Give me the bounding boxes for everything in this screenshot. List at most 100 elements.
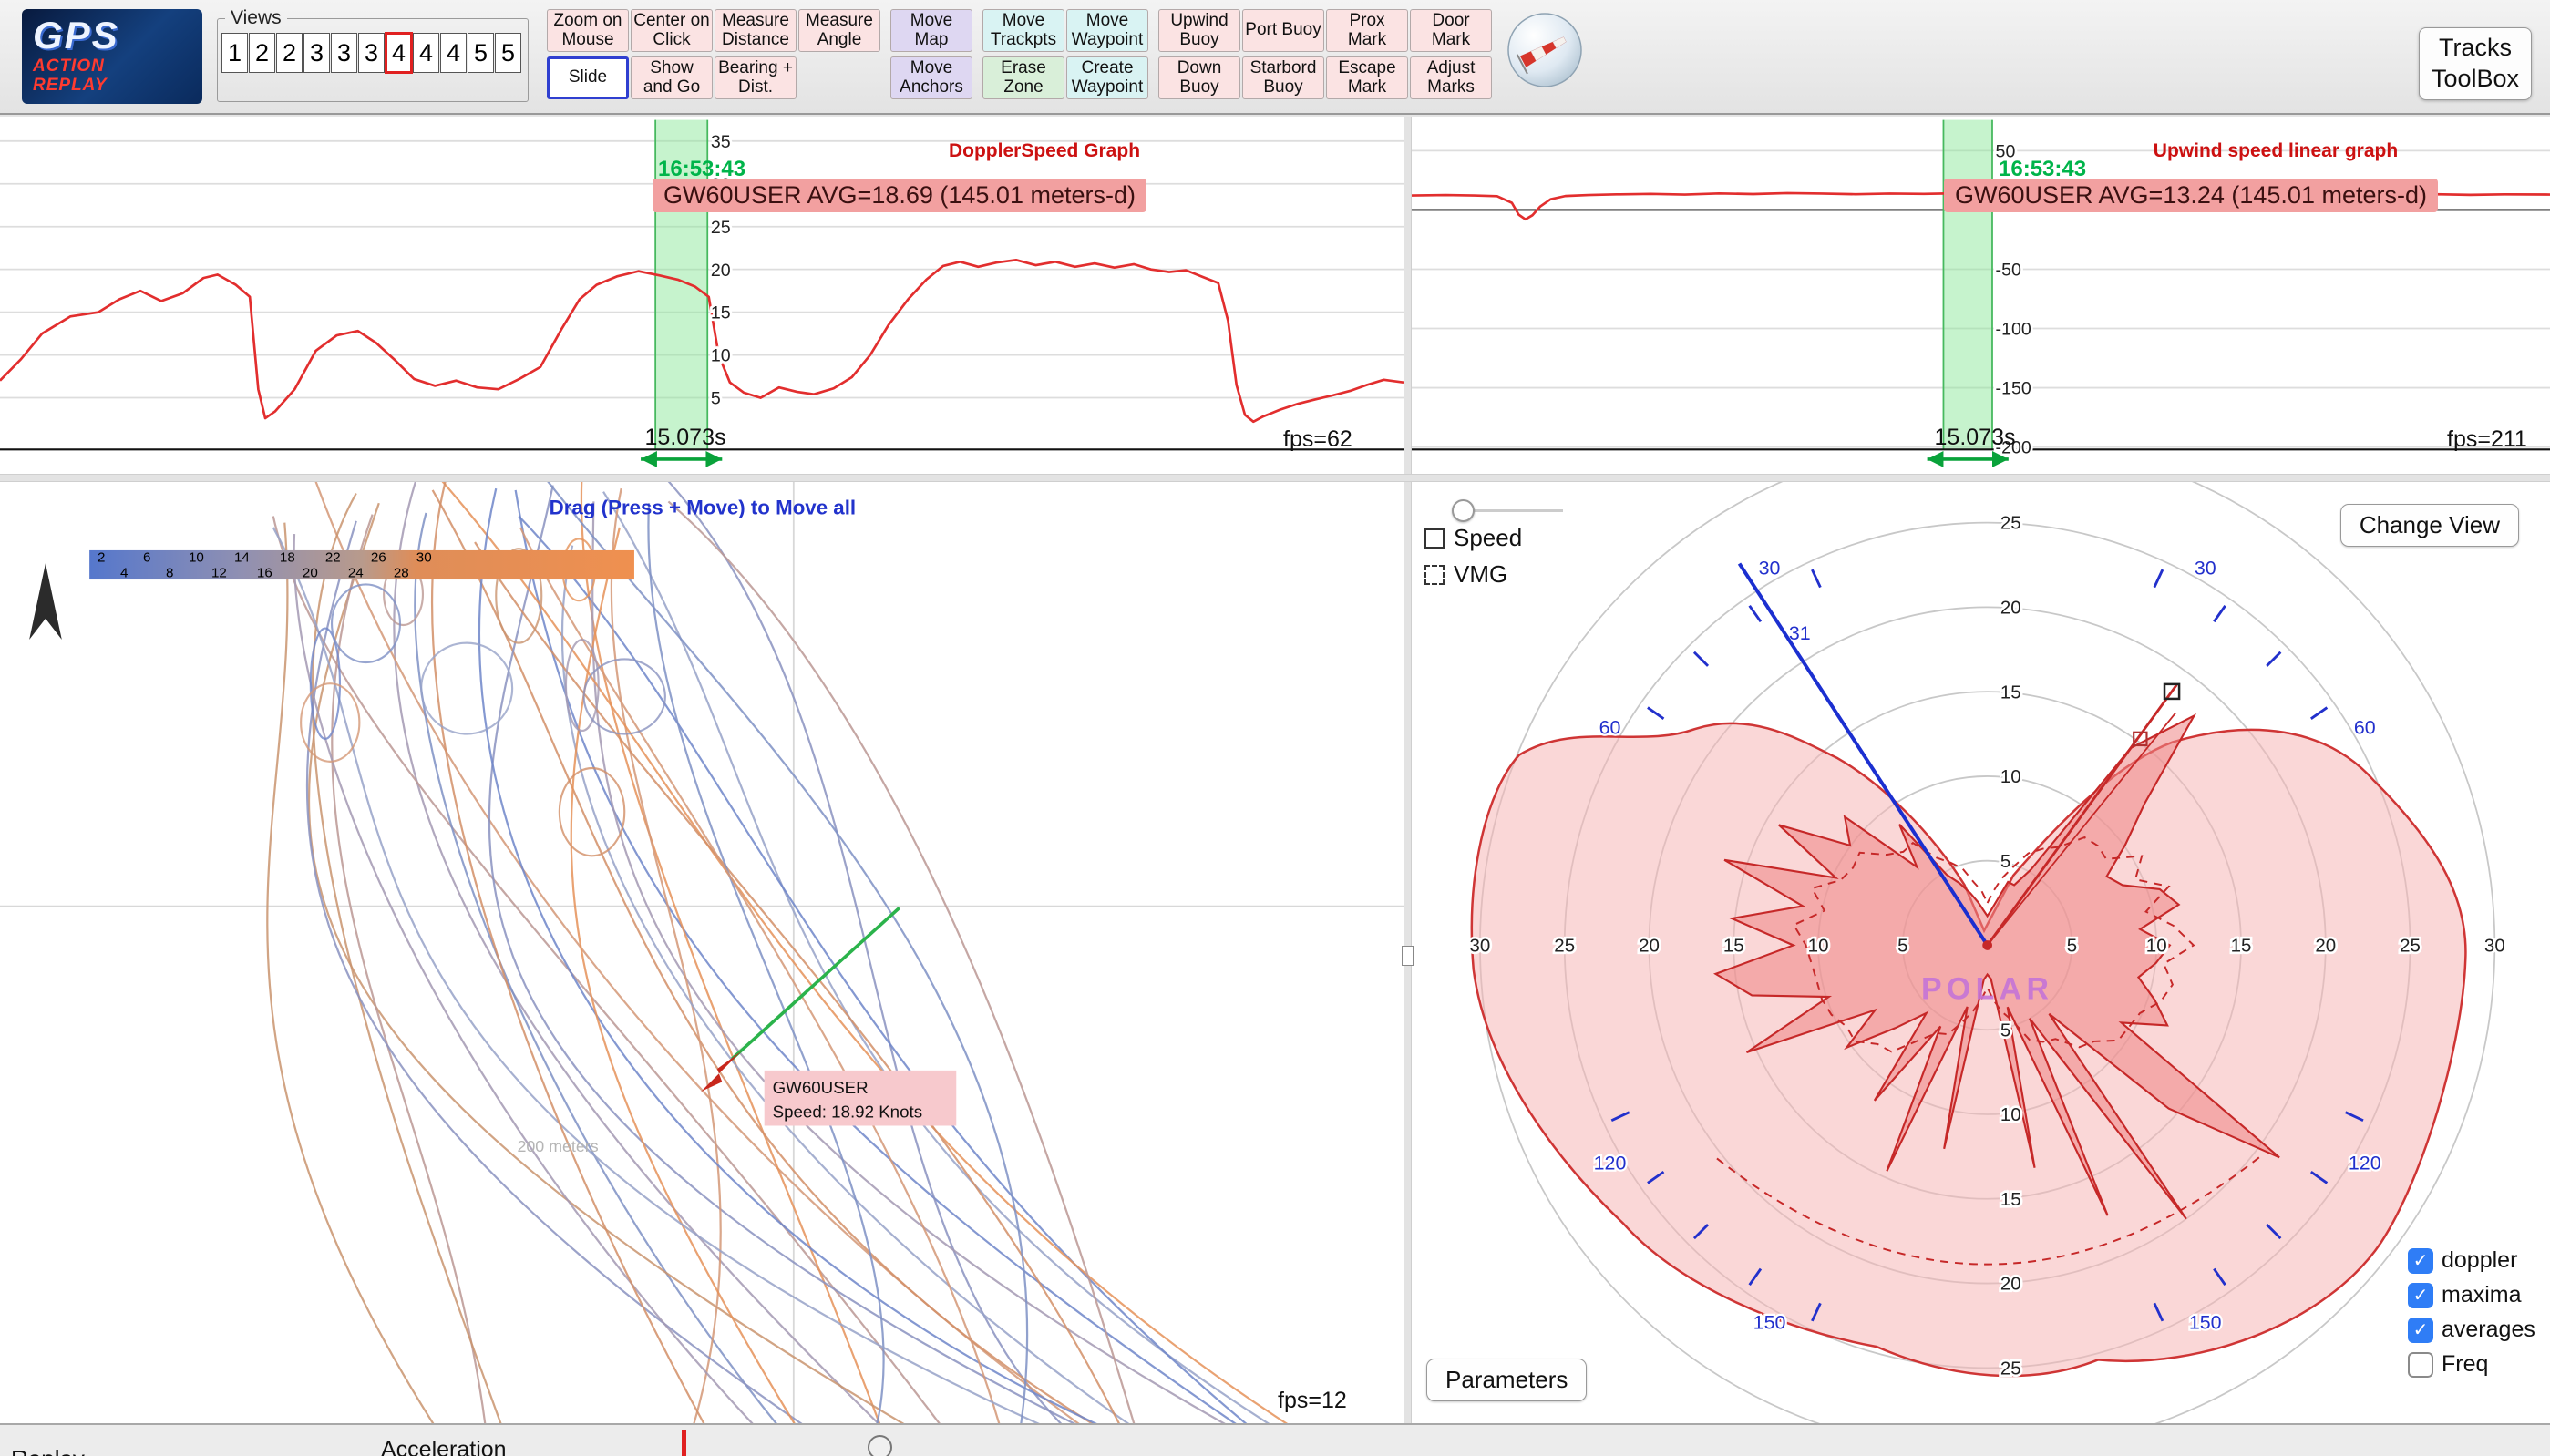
y-tick-label: 35 [711,132,731,152]
horizontal-splitter[interactable] [0,474,2550,482]
doppler-chart-title: DopplerSpeed Graph [949,140,1140,162]
toolbar-button-upwind-buoy[interactable]: Upwind Buoy [1158,9,1240,52]
doppler-fps-label: fps=62 [1283,426,1352,453]
polar-checkbox-doppler[interactable]: ✓doppler [2408,1247,2535,1274]
view-button-6[interactable]: 3 [358,33,385,73]
svg-text:30: 30 [416,549,432,565]
time-cursor-band[interactable] [1943,120,1992,450]
timeline-cursor-tick[interactable] [682,1430,686,1456]
toolbar-button-starbord-buoy[interactable]: Starbord Buoy [1242,56,1324,99]
map-canvas[interactable]: Drag (Press + Move) to Move all 26101418… [0,482,1404,1423]
parameters-button[interactable]: Parameters [1426,1359,1587,1401]
toolbar-button-create-waypoint[interactable]: Create Waypoint [1066,56,1148,99]
toolbar-button-slide[interactable]: Slide [547,56,629,99]
map-scale-text: 200 meters [517,1137,598,1155]
toolbar-row-2: SlideShow and GoBearing + Dist. Move Anch… [547,56,1494,99]
view-button-7[interactable]: 4 [386,33,412,73]
view-button-5[interactable]: 3 [331,33,357,73]
windsock-icon[interactable] [1506,11,1584,89]
legend-label: Speed [1454,524,1522,552]
toolbar-button-move-trackpts[interactable]: Move Trackpts [982,9,1064,52]
view-button-4[interactable]: 3 [303,33,330,73]
polar-slider-track[interactable] [1465,509,1563,512]
toolbar-button-zoom-on-mouse[interactable]: Zoom on Mouse [547,9,629,52]
polar-tick-label: 25 [2000,1358,2021,1379]
polar-legend-speed[interactable]: Speed [1424,524,1522,552]
toolbar-button-down-buoy[interactable]: Down Buoy [1158,56,1240,99]
checkbox-checked-icon[interactable]: ✓ [2408,1318,2433,1343]
toolbar-button-move-waypoint[interactable]: Move Waypoint [1066,9,1148,52]
toolbar-button-bearing-dist[interactable]: Bearing + Dist. [715,56,797,99]
polar-angle-label: 150 [2189,1312,2222,1334]
polar-tick-label: 20 [2000,1274,2021,1295]
toolbar-button-move-anchors[interactable]: Move Anchors [890,56,972,99]
toolbar-button-measure-angle[interactable]: Measure Angle [798,9,880,52]
boat-speed-label: Speed: 18.92 Knots [773,1102,922,1122]
view-button-8[interactable]: 4 [413,33,439,73]
toolbar-button-escape-mark[interactable]: Escape Mark [1326,56,1408,99]
view-button-9[interactable]: 4 [440,33,467,73]
upwind-chart-canvas[interactable]: 50-50-100-150-200 [1412,117,2550,474]
north-arrow-icon [29,563,62,640]
toolbar-button-show-and-go[interactable]: Show and Go [631,56,713,99]
polar-checkbox-maxima[interactable]: ✓maxima [2408,1282,2535,1308]
toolbar-button-erase-zone[interactable]: Erase Zone [982,56,1064,99]
svg-text:20: 20 [303,565,318,580]
svg-text:22: 22 [325,549,341,565]
checkbox-unchecked-icon[interactable] [2408,1352,2433,1378]
polar-angle-label: 30 [1759,558,1781,579]
polar-legend-vmg[interactable]: VMG [1424,560,1522,589]
toolbar-button-measure-distance[interactable]: Measure Distance [715,9,797,52]
svg-text:10: 10 [189,549,204,565]
dashed-square-icon [1424,565,1445,585]
toolbar-button-move-map[interactable]: Move Map [890,9,972,52]
y-tick-label: -50 [1996,261,2021,281]
polar-angle-tick [2267,652,2280,666]
polar-tick-label: 5 [2000,851,2010,872]
toolbar-button-door-mark[interactable]: Door Mark [1410,9,1492,52]
upwind-cursor-seconds: 15.073s [1935,425,2016,451]
views-label: Views [225,7,287,29]
polar-angle-tick [2311,708,2328,719]
timeline-knob[interactable] [868,1435,892,1456]
y-tick-label: 5 [711,389,721,409]
tracks-toolbox-button[interactable]: Tracks ToolBox [2419,27,2532,100]
polar-center-dot [1982,940,1992,950]
polar-checkbox-averages[interactable]: ✓averages [2408,1317,2535,1343]
polar-maxima-envelope [1472,723,2466,1376]
chart-splitter[interactable] [1404,117,1412,474]
change-view-button[interactable]: Change View [2340,504,2519,547]
map-panel: Drag (Press + Move) to Move all 26101418… [0,482,1404,1423]
view-button-1[interactable]: 1 [221,33,248,73]
polar-angle-label: 120 [1594,1153,1627,1174]
svg-text:12: 12 [211,565,227,580]
polar-tick-label: 30 [1470,936,1491,957]
view-button-11[interactable]: 5 [495,33,521,73]
view-button-3[interactable]: 2 [276,33,303,73]
toolbar-button-port-buoy[interactable]: Port Buoy [1242,9,1324,52]
upwind-chart-title: Upwind speed linear graph [2154,140,2398,162]
polar-angle-label: 60 [2354,717,2376,739]
toolbar-button-prox-mark[interactable]: Prox Mark [1326,9,1408,52]
checkbox-checked-icon[interactable]: ✓ [2408,1283,2433,1308]
legend-label: VMG [1454,560,1507,589]
polar-tick-label: 5 [2067,936,2077,957]
toolbar-button-adjust-marks[interactable]: Adjust Marks [1410,56,1492,99]
checkbox-label: Freq [2442,1351,2488,1378]
polar-checkbox-freq[interactable]: Freq [2408,1351,2535,1378]
polar-tick-label: 25 [2000,513,2021,534]
polar-angle-label: 30 [2195,558,2216,579]
tracks-toolbox-line2: ToolBox [2420,64,2531,95]
splitter-grip[interactable] [1402,946,1414,966]
polar-canvas[interactable]: 5555101010101515151520202020252525253030… [1412,482,2550,1423]
toolbar-spacer [798,56,880,99]
polar-tick-label: 10 [2000,766,2021,787]
logo-replay-text: REPLAY [33,77,191,96]
view-button-10[interactable]: 5 [468,33,494,73]
view-button-2[interactable]: 2 [249,33,275,73]
svg-text:2: 2 [98,549,105,565]
checkbox-checked-icon[interactable]: ✓ [2408,1248,2433,1274]
polar-slider-knob[interactable] [1452,499,1475,522]
toolbar-button-center-on-click[interactable]: Center on Click [631,9,713,52]
replay-label[interactable]: Replay [11,1445,85,1456]
